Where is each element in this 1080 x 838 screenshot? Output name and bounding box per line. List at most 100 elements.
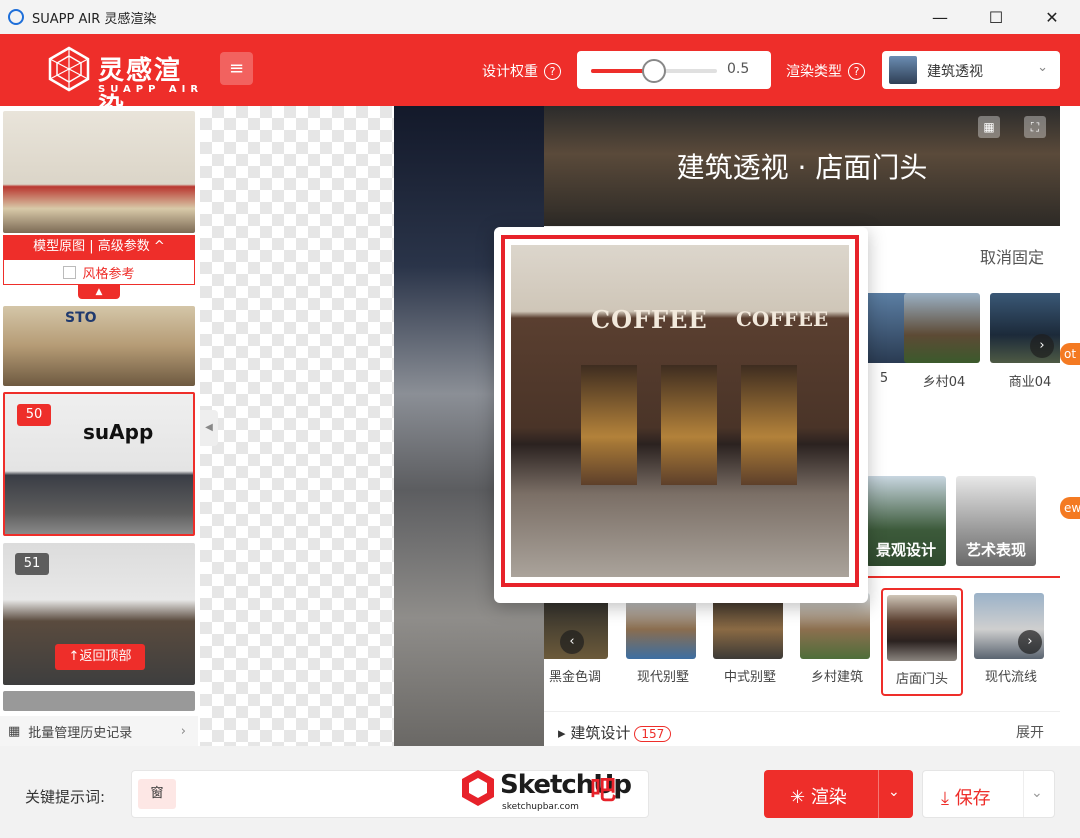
unpin-button[interactable]: 取消固定: [980, 244, 1044, 268]
chevron-down-icon[interactable]: ⌄: [1031, 785, 1043, 801]
advanced-params-toggle[interactable]: 模型原图 | 高级参数 ^: [3, 235, 195, 259]
style-preset-item[interactable]: 乡村04: [904, 293, 984, 390]
design-weight-text: 设计权重: [482, 64, 538, 80]
keyword-chip[interactable]: 窗: [138, 779, 176, 809]
minimize-button[interactable]: —: [912, 0, 968, 34]
shop-window: [741, 365, 797, 485]
close-button[interactable]: ✕: [1024, 0, 1080, 34]
render-type-value: 建筑透视: [927, 64, 983, 80]
store-sign-text: STO: [65, 310, 97, 326]
slider-knob[interactable]: [642, 59, 666, 83]
section-count-badge: 157: [634, 726, 672, 742]
model-original-thumbnail[interactable]: [3, 111, 195, 233]
watermark-accent: 吧: [590, 776, 617, 806]
menu-button[interactable]: ≡: [220, 52, 253, 85]
batch-history-button[interactable]: ▦ 批量管理历史记录 ›: [0, 716, 198, 746]
brand-name-en: SUAPP AIR: [98, 84, 204, 95]
preview-frame: COFFEE COFFEE: [501, 235, 859, 587]
fullscreen-icon[interactable]: ⛶: [1024, 116, 1046, 138]
download-icon: ⤓: [941, 788, 955, 809]
substyle-item[interactable]: 现代别墅: [622, 588, 704, 696]
expand-button[interactable]: 展开: [1016, 722, 1044, 742]
canvas-transparent-area[interactable]: [200, 106, 394, 746]
preset-label: 乡村04: [922, 375, 966, 390]
substyle-label: 乡村建筑: [810, 670, 863, 685]
grid-icon: ▦: [8, 723, 21, 739]
substyle-thumbnail: [887, 595, 957, 661]
design-weight-slider[interactable]: [591, 59, 717, 83]
render-type-thumbnail: [889, 56, 917, 84]
chevron-right-icon[interactable]: ›: [1030, 334, 1054, 358]
collapse-up-button[interactable]: ▲: [78, 285, 120, 299]
back-to-top-button[interactable]: ↑返回顶部: [55, 644, 145, 670]
history-index-badge: 50: [17, 404, 51, 426]
history-thumbnail-selected[interactable]: 50 suApp: [3, 392, 195, 536]
bottom-toolbar: 关键提示词: 窗 SketchUp 吧 sketchupbar.com ✳ 渲染…: [0, 746, 1080, 838]
style-reference-checkbox[interactable]: [63, 265, 77, 279]
render-label-wrap: ✳ 渲染: [790, 783, 847, 809]
window-title: SUAPP AIR 灵感渲染: [32, 11, 157, 27]
save-label: 保存: [954, 788, 991, 809]
substyle-label: 现代别墅: [636, 670, 689, 685]
sidebar-collapse-handle[interactable]: ◀: [200, 410, 218, 446]
store-sign-text: suApp: [83, 420, 154, 444]
brand-logo: 灵感渲染 SUAPP AIR: [46, 44, 206, 123]
category-landscape[interactable]: 景观设计: [866, 476, 946, 566]
substyle-label: 中式别墅: [723, 670, 776, 685]
shop-sign-text: COFFEE: [736, 307, 829, 331]
design-weight-label: 设计权重 ?: [482, 61, 561, 81]
architecture-design-section[interactable]: ▸ 建筑设计 157 展开: [544, 711, 1060, 746]
style-hero-banner: 建筑透视 · 店面门头 ▦ ⛶: [544, 106, 1060, 226]
render-type-select[interactable]: 建筑透视 ⌄: [882, 51, 1060, 89]
help-icon[interactable]: ?: [848, 62, 865, 80]
button-divider: [878, 770, 879, 818]
style-hero-title: 建筑透视 · 店面门头: [676, 151, 928, 184]
render-button[interactable]: ✳ 渲染 ⌄: [764, 770, 913, 818]
style-preview-popup: COFFEE COFFEE: [494, 227, 868, 603]
style-reference-option[interactable]: 风格参考: [3, 259, 195, 285]
style-reference-label: 风格参考: [82, 266, 135, 282]
preset-thumbnail: [904, 293, 980, 363]
substyle-item[interactable]: 中式别墅: [709, 588, 791, 696]
save-button[interactable]: ⤓ 保存 ⌄: [922, 770, 1055, 818]
save-label-wrap: ⤓ 保存: [941, 784, 991, 810]
keyword-label: 关键提示词:: [25, 788, 106, 806]
sketchupbar-watermark: SketchUp 吧 sketchupbar.com: [460, 764, 640, 820]
chevron-left-icon[interactable]: ‹: [560, 630, 584, 654]
preset-label: 商业04: [1008, 375, 1052, 390]
help-icon[interactable]: ?: [544, 62, 561, 80]
chevron-down-icon[interactable]: ⌄: [888, 784, 900, 800]
hamburger-icon: ≡: [228, 58, 245, 79]
hot-tag[interactable]: ot: [1060, 343, 1080, 365]
watermark-url: sketchupbar.com: [502, 802, 579, 812]
maximize-button[interactable]: ☐: [968, 0, 1024, 34]
grid-view-icon[interactable]: ▦: [978, 116, 1000, 138]
design-weight-value: 0.5: [727, 61, 750, 77]
sparkle-icon: ✳: [790, 787, 811, 808]
render-label: 渲染: [810, 787, 847, 808]
category-label: 艺术表现: [965, 541, 1026, 559]
substyle-label: 店面门头: [895, 672, 948, 687]
caret-right-icon: ▸: [558, 724, 571, 742]
shop-sign-text: COFFEE: [591, 305, 708, 334]
chevron-right-icon: ›: [180, 723, 186, 739]
substyle-item-selected[interactable]: 店面门头: [881, 588, 963, 696]
gem-logo-icon: [48, 46, 90, 92]
history-thumbnail[interactable]: STO: [3, 306, 195, 386]
new-tag[interactable]: ew: [1060, 497, 1080, 519]
batch-history-label: 批量管理历史记录: [28, 725, 133, 741]
history-thumbnail[interactable]: [3, 691, 195, 711]
shop-window: [661, 365, 717, 485]
render-type-text: 渲染类型: [786, 64, 842, 80]
substyle-label: 现代流线: [984, 670, 1037, 685]
chevron-right-icon[interactable]: ›: [1018, 630, 1042, 654]
window-titlebar: SUAPP AIR 灵感渲染 — ☐ ✕: [0, 0, 1080, 34]
substyle-label: 黑金色调: [548, 670, 601, 685]
chevron-down-icon: ⌄: [1037, 60, 1048, 75]
section-header: ▸ 建筑设计 157: [558, 722, 672, 743]
design-weight-slider-box: 0.5: [577, 51, 771, 89]
app-icon: [8, 9, 24, 25]
shop-window: [581, 365, 637, 485]
category-art[interactable]: 艺术表现: [956, 476, 1036, 566]
substyle-item[interactable]: 乡村建筑: [796, 588, 878, 696]
